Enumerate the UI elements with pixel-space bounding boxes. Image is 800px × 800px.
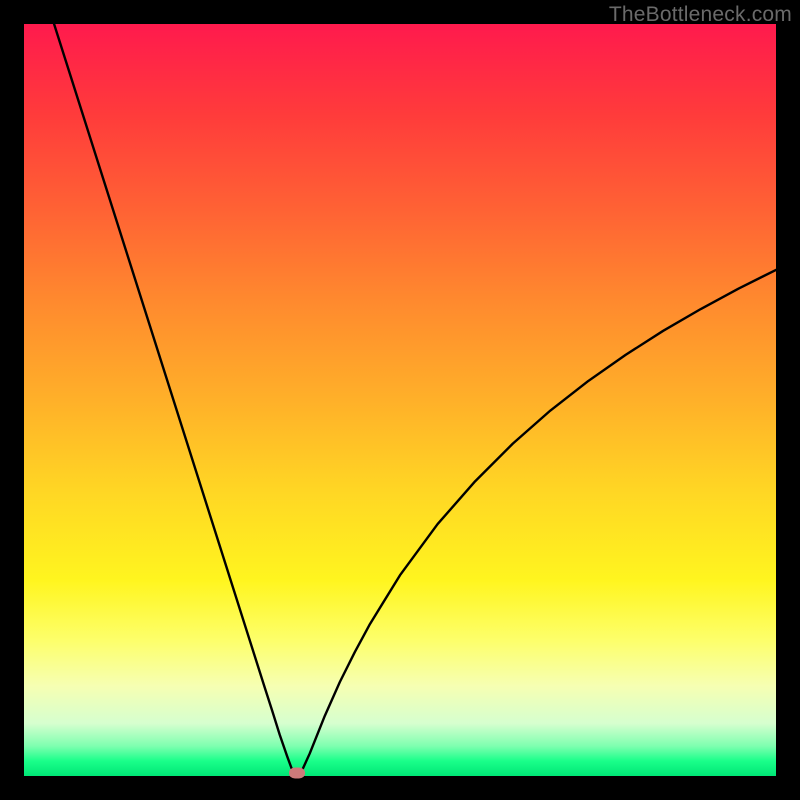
bottleneck-curve <box>24 24 776 776</box>
optimal-point-marker <box>289 767 305 778</box>
chart-frame <box>24 24 776 776</box>
